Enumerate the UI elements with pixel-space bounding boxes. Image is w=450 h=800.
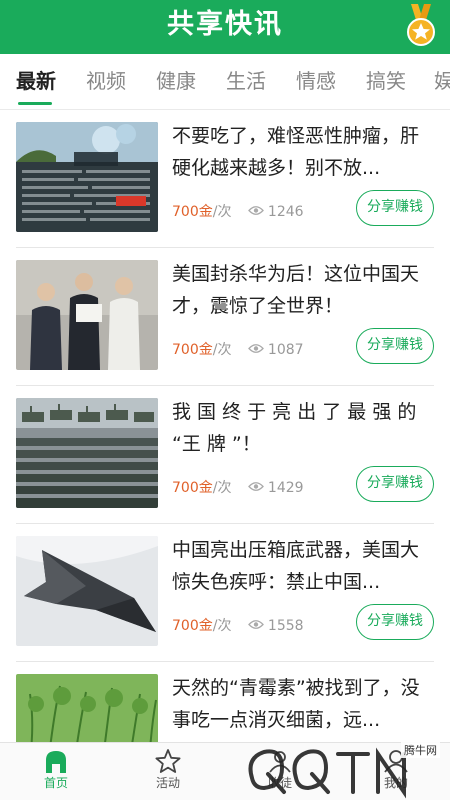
tabbar-home[interactable]: 首页 — [16, 749, 96, 791]
article-item[interactable]: 我 国 终 于 亮 出 了 最 强 的 “王 牌 ”！ 700金/次 1429 … — [16, 386, 434, 524]
eye-icon — [248, 340, 264, 360]
star-icon — [128, 749, 208, 773]
tab-funny[interactable]: 搞笑 — [366, 68, 406, 94]
article-item[interactable]: 不要吃了，难怪恶性肿瘤，肝硬化越来越多！别不放... 700金/次 1246 分… — [16, 110, 434, 248]
tab-video[interactable]: 视频 — [86, 68, 126, 94]
home-icon — [16, 749, 96, 773]
article-meta: 700金/次 1429 — [172, 478, 304, 498]
eye-icon — [248, 202, 264, 222]
article-title[interactable]: 天然的“青霉素”被找到了，没事吃一点消灭细菌，远... — [172, 672, 434, 736]
medal-icon[interactable] — [406, 4, 436, 48]
category-tabs: 最新 视频 健康 生活 情感 搞笑 娱 — [0, 54, 450, 110]
eye-icon — [248, 478, 264, 498]
tabbar-label: 首页 — [43, 776, 68, 790]
share-earn-button[interactable]: 分享赚钱 — [356, 604, 434, 640]
article-meta: 700金/次 1558 — [172, 616, 304, 636]
reward-price: 700金 — [172, 480, 213, 496]
tab-life[interactable]: 生活 — [226, 68, 266, 94]
article-title[interactable]: 我 国 终 于 亮 出 了 最 强 的 “王 牌 ”！ — [172, 396, 434, 460]
active-tab-indicator — [18, 102, 52, 105]
article-thumbnail[interactable] — [16, 260, 158, 370]
reward-unit: /次 — [212, 480, 232, 496]
reward-price: 700金 — [172, 342, 213, 358]
article-title[interactable]: 中国亮出压箱底武器，美国大惊失色疾呼：禁止中国... — [172, 534, 434, 598]
eye-icon — [248, 616, 264, 636]
article-thumbnail[interactable] — [16, 398, 158, 508]
share-earn-button[interactable]: 分享赚钱 — [356, 328, 434, 364]
view-count: 1429 — [267, 480, 304, 496]
article-thumbnail[interactable] — [16, 122, 158, 232]
watermark-text: 腾牛网 — [401, 742, 440, 758]
tabbar-activity[interactable]: 活动 — [128, 749, 208, 791]
app-title: 共享快讯 — [167, 9, 283, 40]
view-count: 1246 — [267, 204, 304, 220]
reward-unit: /次 — [212, 618, 232, 634]
view-count: 1558 — [267, 618, 304, 634]
article-list[interactable]: 不要吃了，难怪恶性肿瘤，肝硬化越来越多！别不放... 700金/次 1246 分… — [0, 110, 450, 742]
article-item[interactable]: 天然的“青霉素”被找到了，没事吃一点消灭细菌，远... — [16, 662, 434, 742]
app-header: 共享快讯 — [0, 0, 450, 54]
article-thumbnail[interactable] — [16, 674, 158, 742]
tab-entertainment[interactable]: 娱 — [434, 68, 450, 94]
tabbar-label: 活动 — [155, 776, 180, 790]
tab-health[interactable]: 健康 — [156, 68, 196, 94]
article-meta: 700金/次 1246 — [172, 202, 304, 222]
tab-emotion[interactable]: 情感 — [296, 68, 336, 94]
view-count: 1087 — [267, 342, 304, 358]
share-earn-button[interactable]: 分享赚钱 — [356, 466, 434, 502]
reward-unit: /次 — [212, 342, 232, 358]
article-title[interactable]: 美国封杀华为后！这位中国天才，震惊了全世界！ — [172, 258, 434, 322]
article-title[interactable]: 不要吃了，难怪恶性肿瘤，肝硬化越来越多！别不放... — [172, 120, 434, 184]
share-earn-button[interactable]: 分享赚钱 — [356, 190, 434, 226]
reward-unit: /次 — [212, 204, 232, 220]
article-meta: 700金/次 1087 — [172, 340, 304, 360]
reward-price: 700金 — [172, 618, 213, 634]
reward-price: 700金 — [172, 204, 213, 220]
tab-latest[interactable]: 最新 — [16, 68, 56, 94]
watermark: 腾牛网 — [238, 738, 450, 800]
article-thumbnail[interactable] — [16, 536, 158, 646]
article-item[interactable]: 中国亮出压箱底武器，美国大惊失色疾呼：禁止中国... 700金/次 1558 分… — [16, 524, 434, 662]
article-item[interactable]: 美国封杀华为后！这位中国天才，震惊了全世界！ 700金/次 1087 分享赚钱 — [16, 248, 434, 386]
